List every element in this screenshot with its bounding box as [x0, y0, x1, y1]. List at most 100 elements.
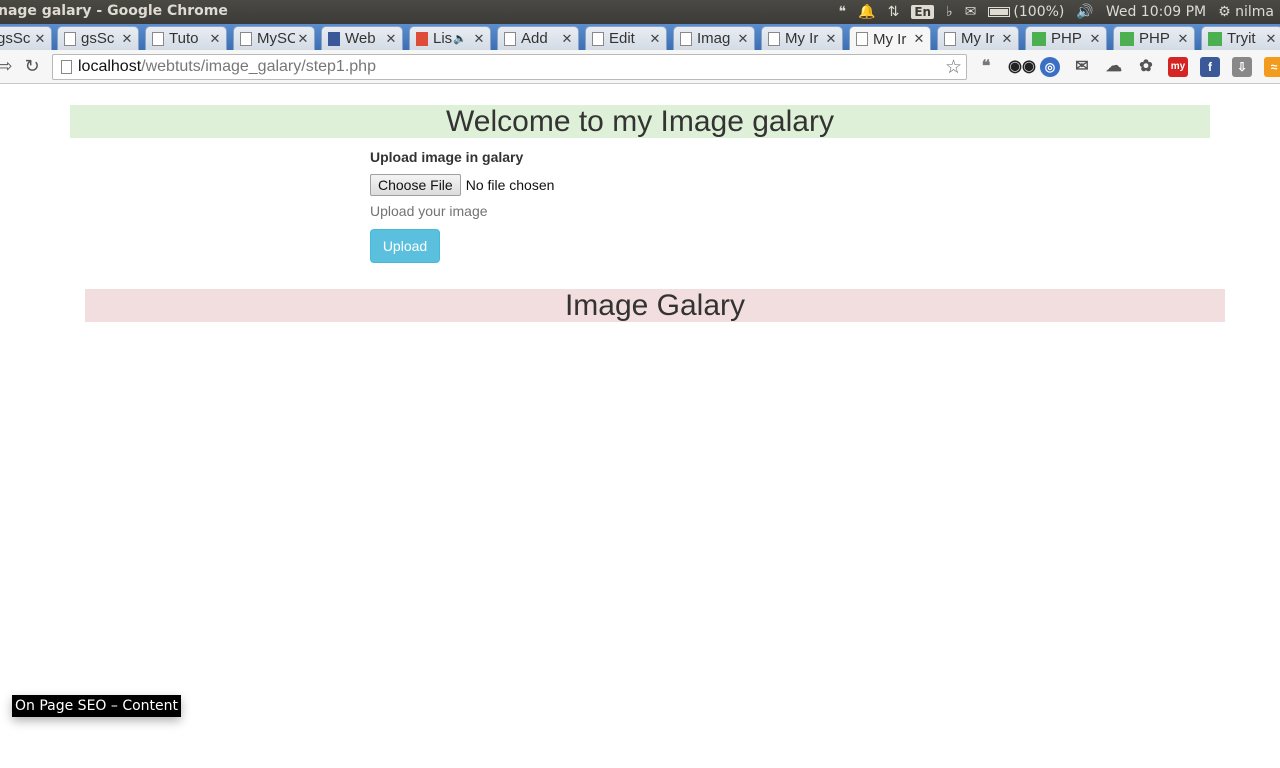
close-icon[interactable]: ✕ — [1087, 31, 1103, 47]
page-icon — [504, 31, 516, 46]
mail-extension-icon[interactable]: ✉ — [1072, 57, 1092, 77]
upload-label: Upload image in galary — [370, 149, 524, 165]
w3-icon — [1208, 31, 1222, 46]
browser-tab[interactable]: Tuto ✕ — [145, 26, 227, 50]
close-icon[interactable]: ✕ — [647, 31, 663, 47]
network-icon[interactable]: ⇅ — [882, 0, 906, 24]
eyes-extension-icon[interactable]: ◉◉ — [1008, 57, 1036, 77]
window-title: nage galary - Google Chrome — [0, 3, 228, 19]
w3-icon — [1120, 31, 1134, 46]
browser-tab[interactable]: MySC ✕ — [233, 26, 315, 50]
galary-heading: Image Galary — [85, 289, 1225, 322]
back-arrow-icon[interactable]: ⇨ — [0, 56, 16, 78]
messaging-icon[interactable]: ❝ — [833, 0, 853, 24]
battery-percent: (100%) — [1013, 4, 1065, 20]
quote-extension-icon[interactable]: ❝ — [976, 57, 996, 77]
tab-title: gsSc — [81, 30, 115, 47]
browser-tab-active[interactable]: My Ir ✕ — [849, 26, 931, 50]
close-icon[interactable]: ✕ — [911, 31, 927, 47]
tab-title: My Ir — [961, 30, 995, 47]
g-icon — [416, 31, 428, 46]
address-bar[interactable]: localhost/webtuts/image_galary/step1.php… — [52, 54, 967, 80]
globe-extension-icon[interactable]: ◎ — [1040, 57, 1060, 77]
browser-tab[interactable]: Add ✕ — [497, 26, 579, 50]
session-menu[interactable]: ⚙ nilma — [1212, 0, 1280, 24]
browser-tab[interactable]: PHP ✕ — [1025, 26, 1107, 50]
help-text: Upload your image — [370, 203, 488, 219]
tab-title: gsSc — [0, 30, 31, 47]
page-icon — [768, 31, 780, 46]
gear-icon: ⚙ — [1218, 4, 1231, 20]
close-icon[interactable]: ✕ — [1263, 31, 1279, 47]
file-input[interactable]: Choose File No file chosen — [370, 174, 870, 196]
browser-toolbar: ⇨ ↻ localhost/webtuts/image_galary/step1… — [0, 50, 1280, 84]
browser-tab[interactable]: Tryit ✕ — [1201, 26, 1280, 50]
notification-bell-icon[interactable]: 🔔 — [852, 0, 881, 24]
tab-title: Tryit — [1227, 30, 1256, 47]
tab-title: Add — [521, 30, 548, 47]
tab-title: My Ir — [873, 30, 907, 48]
bug-extension-icon[interactable]: ✿ — [1136, 57, 1156, 77]
close-icon[interactable]: ✕ — [471, 31, 487, 47]
tab-title: Edit — [609, 30, 635, 47]
choose-file-button[interactable]: Choose File — [370, 174, 461, 196]
tab-title: PHP — [1051, 30, 1082, 47]
page-icon — [61, 60, 72, 74]
browser-tab[interactable]: Lis 🔈 ✕ — [409, 26, 491, 50]
close-icon[interactable]: ✕ — [32, 31, 48, 47]
tab-title: Web — [345, 30, 376, 47]
keyboard-layout-label: En — [911, 5, 935, 19]
volume-icon[interactable]: 🔊 — [1070, 0, 1099, 24]
close-icon[interactable]: ✕ — [207, 31, 223, 47]
tab-title: My Ir — [785, 30, 819, 47]
tab-title: Imag — [697, 30, 731, 47]
close-icon[interactable]: ✕ — [735, 31, 751, 47]
browser-tab[interactable]: PHP ✕ — [1113, 26, 1195, 50]
close-icon[interactable]: ✕ — [823, 31, 839, 47]
page-icon — [680, 31, 692, 46]
close-icon[interactable]: ✕ — [119, 31, 135, 47]
battery-icon — [988, 7, 1011, 17]
browser-tab[interactable]: gsSc ✕ — [57, 26, 139, 50]
download-extension-icon[interactable]: ⇩ — [1232, 57, 1252, 77]
bluetooth-icon[interactable]: ♭ — [940, 0, 959, 24]
browser-tab[interactable]: My Ir ✕ — [761, 26, 843, 50]
browser-tab[interactable]: My Ir ✕ — [937, 26, 1019, 50]
bookmark-star-icon[interactable]: ☆ — [945, 56, 962, 79]
my-extension-icon[interactable]: my — [1168, 57, 1188, 77]
facebook-extension-icon[interactable]: f — [1200, 57, 1220, 77]
upload-form: Upload image in galary Choose File No fi… — [370, 149, 870, 263]
facebook-icon — [328, 31, 340, 46]
browser-tab[interactable]: gsSc ✕ — [0, 26, 52, 50]
page-content: Welcome to my Image galary Upload image … — [0, 85, 1280, 768]
page-icon — [944, 31, 956, 46]
page-icon — [152, 31, 164, 46]
upload-button[interactable]: Upload — [370, 229, 440, 263]
tab-title: MySC — [257, 30, 295, 47]
battery-indicator[interactable]: (100%) — [982, 0, 1070, 24]
rss-extension-icon[interactable]: ≈ — [1264, 57, 1280, 77]
w3-icon — [1032, 31, 1046, 46]
keyboard-layout-indicator[interactable]: En — [905, 0, 940, 24]
reload-icon[interactable]: ↻ — [21, 56, 43, 78]
tab-title: Lis — [433, 30, 453, 47]
page-icon — [856, 32, 868, 46]
tab-strip: gsSc ✕ gsSc ✕ Tuto ✕ MySC ✕ Web ✕ Lis 🔈 ✕ Add ✕ … — [0, 24, 1280, 50]
url-host: localhost — [78, 58, 142, 75]
browser-tab[interactable]: Imag ✕ — [673, 26, 755, 50]
clock[interactable]: Wed 10:09 PM — [1100, 0, 1212, 24]
close-icon[interactable]: ✕ — [383, 31, 399, 47]
os-top-panel: nage galary - Google Chrome ❝ 🔔 ⇅ En ♭ ✉… — [0, 0, 1280, 24]
url-text[interactable]: localhost/webtuts/image_galary/step1.php — [78, 58, 376, 76]
speaker-icon: 🔈 — [453, 33, 467, 45]
close-icon[interactable]: ✕ — [295, 31, 311, 47]
browser-tab[interactable]: Web ✕ — [321, 26, 403, 50]
browser-tab[interactable]: Edit ✕ — [585, 26, 667, 50]
close-icon[interactable]: ✕ — [1175, 31, 1191, 47]
close-icon[interactable]: ✕ — [559, 31, 575, 47]
cloud-extension-icon[interactable]: ☁ — [1104, 57, 1124, 77]
close-icon[interactable]: ✕ — [999, 31, 1015, 47]
mail-icon[interactable]: ✉ — [959, 0, 983, 24]
page-icon — [240, 31, 252, 46]
indicator-area: ❝ 🔔 ⇅ En ♭ ✉ (100%) 🔊 Wed 10:09 PM ⚙ nil… — [833, 0, 1280, 24]
